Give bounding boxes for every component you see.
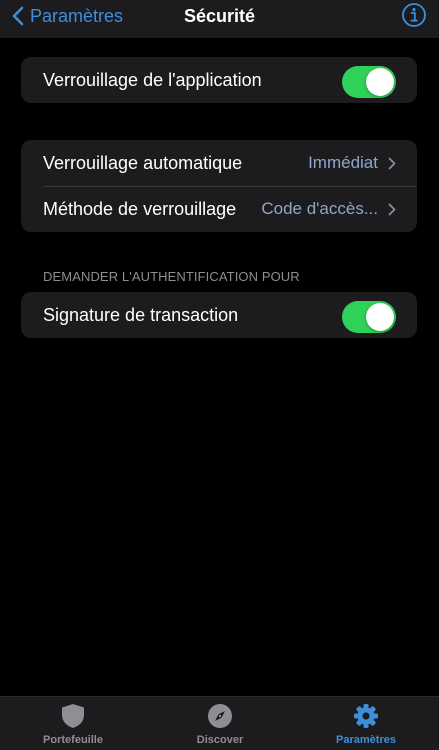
back-button-label: Paramètres <box>30 5 124 26</box>
auto-lock-label: Verrouillage automatique <box>43 152 243 173</box>
tab-label: Paramètres <box>336 734 396 746</box>
tab-portefeuille[interactable]: Portefeuille <box>18 703 128 746</box>
transaction-signing-row: Signature de transaction <box>21 292 417 338</box>
chevron-right-icon <box>388 203 396 216</box>
info-icon <box>402 3 426 27</box>
app-lock-group: Verrouillage de l'application <box>21 57 417 103</box>
toggle-knob <box>366 68 394 96</box>
tab-label: Discover <box>196 734 244 746</box>
auth-group: Signature de transaction <box>21 292 417 338</box>
compass-icon <box>208 704 232 728</box>
transaction-signing-toggle[interactable] <box>342 301 396 333</box>
app-lock-toggle[interactable] <box>342 66 396 98</box>
tab-bar: Portefeuille Discover Paramètres <box>0 696 439 750</box>
gear-icon <box>354 704 378 728</box>
toggle-knob <box>366 303 394 331</box>
tab-parametres[interactable]: Paramètres <box>311 703 421 746</box>
back-button[interactable]: Paramètres <box>12 4 123 28</box>
auto-lock-value: Immédiat <box>308 153 378 172</box>
tab-discover[interactable]: Discover <box>165 703 275 746</box>
lock-method-row[interactable]: Méthode de verrouillage Code d'accès... <box>21 186 417 232</box>
app-lock-label: Verrouillage de l'application <box>43 69 262 90</box>
chevron-left-icon <box>12 6 24 26</box>
lock-settings-group: Verrouillage automatique Immédiat Méthod… <box>21 140 417 232</box>
app-lock-row: Verrouillage de l'application <box>21 57 417 103</box>
navigation-bar: Paramètres Sécurité <box>0 0 439 38</box>
lock-method-label: Méthode de verrouillage <box>43 198 237 219</box>
transaction-signing-label: Signature de transaction <box>43 304 239 325</box>
auto-lock-row[interactable]: Verrouillage automatique Immédiat <box>21 140 417 186</box>
lock-method-value: Code d'accès... <box>261 199 378 218</box>
section-header: DEMANDER L'AUTHENTIFICATION POUR <box>43 269 300 284</box>
chevron-right-icon <box>388 157 396 170</box>
shield-icon <box>62 704 84 728</box>
info-button[interactable] <box>401 2 427 28</box>
tab-label: Portefeuille <box>43 734 103 746</box>
